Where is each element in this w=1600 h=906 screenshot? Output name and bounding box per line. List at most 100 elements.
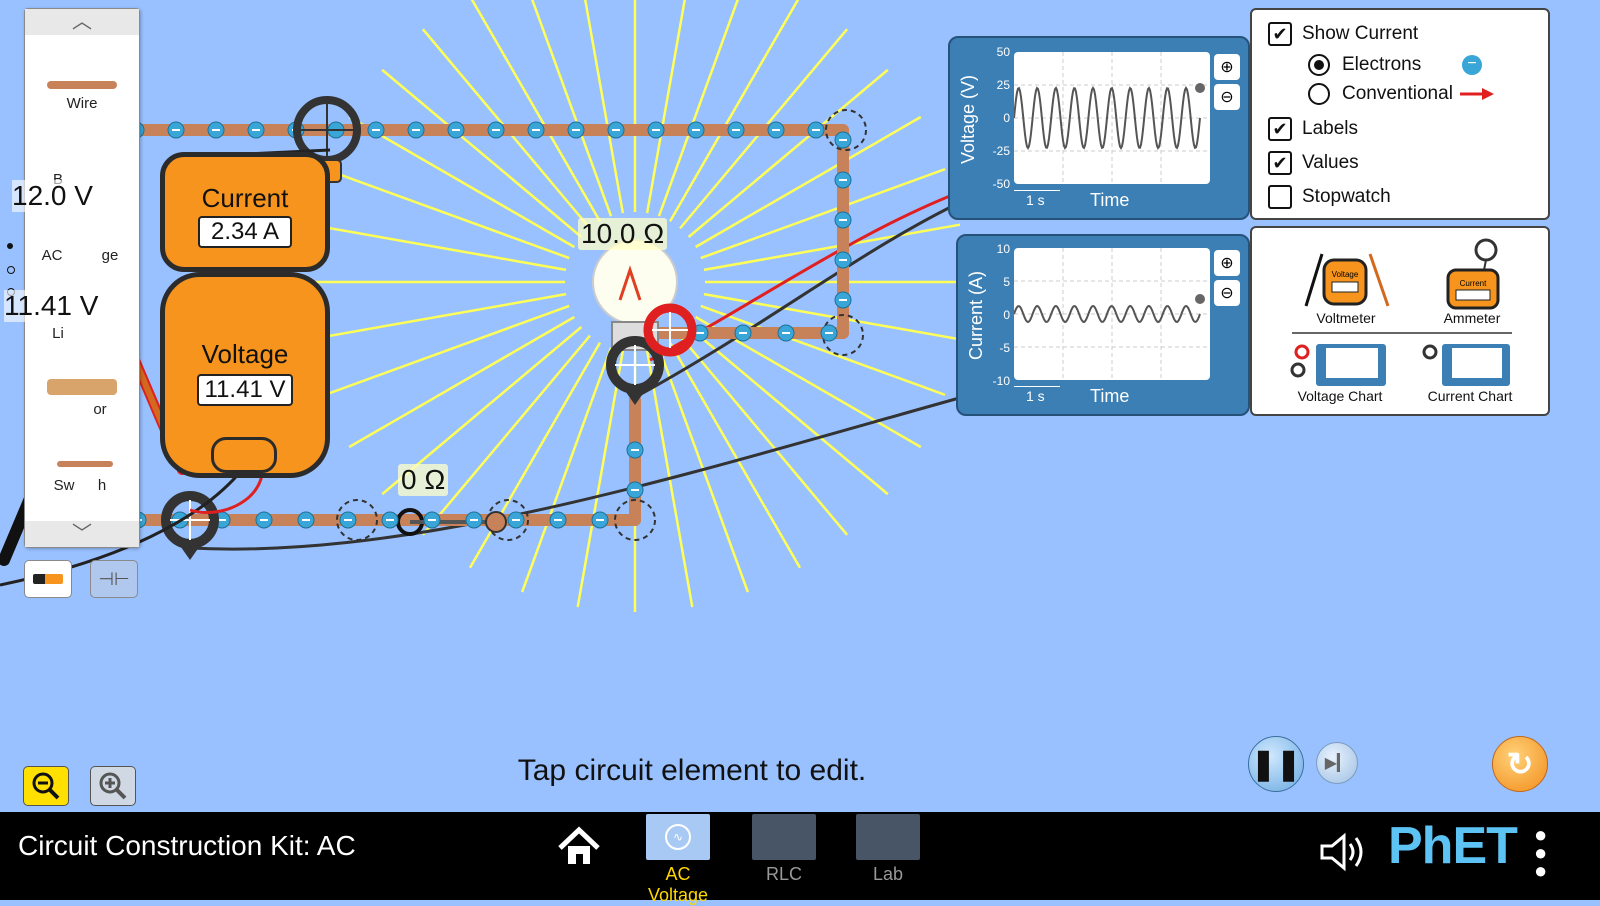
screen-tab-ac-voltage[interactable]: ∿ AC Voltage [642, 814, 714, 906]
zoom-in-icon: ⊕ [1220, 59, 1234, 76]
voltmeter-tool-label: Voltmeter [1316, 310, 1376, 326]
chevron-up-icon: ︿ [72, 11, 92, 33]
ac-source-voltage-label: 12.0 V [12, 180, 93, 212]
ammeter-icon-text: Current [1460, 279, 1487, 288]
switch-resistance-label: 0 Ω [398, 464, 449, 496]
voltmeter[interactable]: Voltage 11.41 V [160, 272, 330, 478]
conventional-arrow-icon [1460, 88, 1494, 100]
electron [465, 511, 483, 529]
voltage-chart-waveform [1013, 52, 1210, 184]
step-forward-icon: ▶▎ [1324, 755, 1350, 772]
electron [834, 291, 852, 309]
chevron-down-icon: ﹀ [72, 523, 92, 545]
electron [626, 481, 644, 499]
electron [549, 511, 567, 529]
toolbox-item-label-switch-suffix: h [97, 477, 107, 494]
home-button[interactable] [556, 826, 602, 873]
electron [727, 121, 745, 139]
values-label: Values [1302, 152, 1359, 173]
electron [626, 441, 644, 459]
voltage-chart-panel[interactable]: Voltage (V) 50 25 0 -25 -50 ⊕ ⊖ 1 s Time [948, 36, 1250, 220]
ammeter-tool-icon[interactable]: Current [1444, 236, 1500, 312]
current-chart-tick: 0 [1003, 308, 1010, 322]
navigation-bar: Circuit Construction Kit: AC ∿ AC Voltag… [0, 812, 1600, 905]
voltage-chart-zoom-out-button[interactable]: ⊖ [1214, 84, 1240, 110]
voltage-chart-red-probe[interactable] [643, 303, 697, 357]
voltmeter-icon-text: Voltage [1332, 270, 1359, 279]
toolbox-item-label-resistor: or [93, 401, 107, 418]
wire-tool-icon[interactable] [47, 81, 117, 89]
current-chart-tick: 5 [1003, 275, 1010, 289]
electron-icon: − [1462, 55, 1482, 75]
electron [423, 511, 441, 529]
electron [381, 511, 399, 529]
zoom-out-icon: ⊖ [1220, 89, 1234, 106]
electron [247, 121, 265, 139]
electrons-label: Electrons [1342, 54, 1422, 75]
lab-screen-icon [856, 814, 920, 860]
electron [834, 171, 852, 189]
current-chart-tick: -5 [999, 341, 1010, 355]
light-ray [324, 167, 570, 260]
voltage-chart-tool-icon[interactable] [1288, 340, 1388, 388]
voltage-chart-plot-area [1013, 52, 1210, 184]
electron [647, 121, 665, 139]
ammeter-tool-label: Ammeter [1443, 310, 1501, 326]
schematic-view-button[interactable]: ⊣⊢ [90, 560, 138, 598]
values-checkbox[interactable]: ✔ Values [1268, 151, 1359, 175]
voltage-chart-tick: 50 [996, 45, 1010, 59]
status-message: Tap circuit element to edit. [517, 754, 867, 787]
component-toolbox[interactable]: ︿ Wire B AC ge Li or Sw h ﹀ [24, 8, 140, 548]
voltmeter-tool-icon[interactable]: Voltage [1298, 246, 1394, 312]
checkbox-unchecked-icon [1268, 185, 1292, 209]
switch[interactable] [396, 508, 507, 536]
electron [297, 511, 315, 529]
carousel-page-dot-active[interactable] [7, 243, 13, 249]
toolbox-divider [1292, 332, 1512, 334]
radio-unselected-icon [1308, 83, 1330, 105]
electrons-radio[interactable]: Electrons − [1308, 54, 1538, 76]
pause-icon: ❚❚ [1250, 747, 1302, 781]
voltage-chart-zoom-in-button[interactable]: ⊕ [1214, 54, 1240, 80]
current-chart-probe[interactable] [161, 491, 219, 560]
toolbox-item-label-wire: Wire [66, 95, 98, 112]
current-chart-tick: 10 [996, 242, 1010, 256]
electron [834, 211, 852, 229]
step-forward-button[interactable]: ▶▎ [1316, 742, 1358, 784]
electron [807, 121, 825, 139]
screen-tab-rlc[interactable]: RLC [748, 814, 820, 885]
speaker-icon [1320, 832, 1363, 872]
carousel-page-dot[interactable] [7, 266, 15, 274]
sound-toggle-button[interactable] [1318, 832, 1368, 877]
light-ray [470, 0, 602, 223]
current-chart-tool-icon[interactable] [1420, 340, 1512, 388]
phet-logo: PhET [1388, 817, 1518, 875]
electron [447, 121, 465, 139]
current-chart-panel[interactable]: Current (A) 10 5 0 -5 -10 ⊕ ⊖ 1 s Time [956, 234, 1250, 416]
show-current-checkbox[interactable]: ✔ Show Current [1268, 22, 1418, 46]
reset-all-button[interactable]: ↻ [1492, 736, 1548, 792]
current-chart-zoom-in-button[interactable]: ⊕ [1214, 250, 1240, 276]
ammeter[interactable]: Current 2.34 A [160, 152, 330, 272]
light-ray [584, 0, 625, 214]
electron [487, 121, 505, 139]
toolbox-scroll-up-button[interactable]: ︿ [25, 9, 139, 35]
lifelike-view-button[interactable] [24, 560, 72, 598]
schematic-battery-icon: ⊣⊢ [98, 568, 130, 589]
current-chart-waveform [1013, 248, 1210, 380]
resistor-tool-icon[interactable] [47, 379, 117, 395]
toolbox-scroll-down-button[interactable]: ﹀ [25, 521, 139, 547]
light-ray [520, 347, 613, 593]
current-chart-zoom-out-button[interactable]: ⊖ [1214, 280, 1240, 306]
electron [339, 511, 357, 529]
voltage-chart-scale-bar [1014, 190, 1060, 191]
switch-tool-icon[interactable] [57, 461, 113, 467]
screen-tab-lab[interactable]: Lab [852, 814, 924, 885]
conventional-radio[interactable]: Conventional [1308, 83, 1538, 105]
current-chart-tool-label: Current Chart [1427, 388, 1513, 404]
stopwatch-checkbox[interactable]: Stopwatch [1268, 185, 1391, 209]
voltmeter-title: Voltage [201, 339, 289, 369]
phet-menu-button[interactable]: ● ● ● [1534, 824, 1547, 882]
labels-checkbox[interactable]: ✔ Labels [1268, 117, 1358, 141]
play-pause-button[interactable]: ❚❚ [1248, 736, 1304, 792]
